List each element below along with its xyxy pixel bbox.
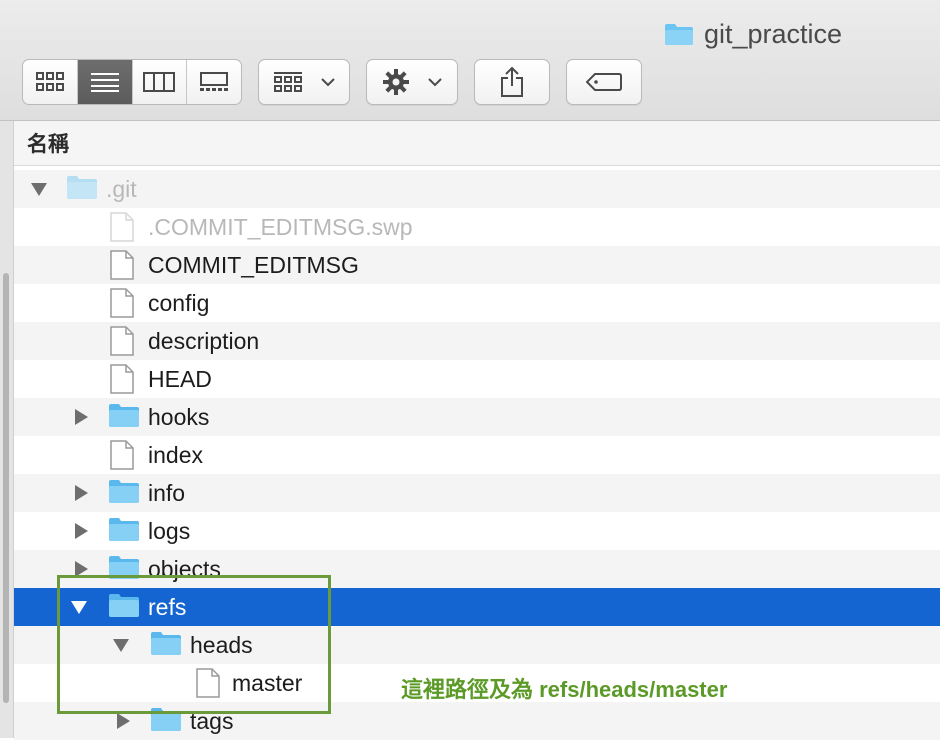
gallery-icon <box>200 72 229 91</box>
list-view-button[interactable] <box>77 60 133 104</box>
item-name: .COMMIT_EDITMSG.swp <box>148 214 413 240</box>
list-icon <box>90 73 119 92</box>
action-button[interactable] <box>366 59 458 105</box>
disclosure-triangle-icon[interactable] <box>72 484 90 502</box>
toolbar: git_practice <box>0 0 940 121</box>
tag-icon <box>586 73 622 91</box>
tag-button[interactable] <box>566 59 642 105</box>
item-name: description <box>148 328 260 354</box>
icon-grid-icon <box>35 72 64 91</box>
columns-icon <box>143 72 176 92</box>
share-icon <box>501 66 523 97</box>
document-icon <box>110 288 134 324</box>
gear-icon <box>383 69 409 95</box>
group-by-button[interactable] <box>258 59 350 105</box>
group-icon <box>274 72 302 92</box>
list-item[interactable]: index <box>14 436 940 474</box>
folder-icon <box>108 516 140 548</box>
annotation-text: 這裡路徑及為 refs/heads/master <box>401 677 728 702</box>
vertical-scrollbar[interactable] <box>3 273 9 703</box>
list-item[interactable]: .COMMIT_EDITMSG.swp <box>14 208 940 246</box>
document-icon <box>110 250 134 286</box>
item-name: COMMIT_EDITMSG <box>148 252 359 278</box>
document-icon <box>110 440 134 476</box>
disclosure-triangle-icon[interactable] <box>72 408 90 426</box>
list-item[interactable]: hooks <box>14 398 940 436</box>
gallery-view-button[interactable] <box>187 60 241 104</box>
column-view-button[interactable] <box>133 60 188 104</box>
column-header-name[interactable]: 名稱 <box>14 121 940 166</box>
folder-icon <box>108 478 140 510</box>
document-icon <box>110 212 134 248</box>
disclosure-triangle-icon[interactable] <box>72 522 90 540</box>
list-item[interactable]: .git <box>14 170 940 208</box>
folder-icon <box>66 174 98 206</box>
disclosure-triangle-icon[interactable] <box>114 712 132 730</box>
list-item[interactable]: config <box>14 284 940 322</box>
item-name: logs <box>148 518 191 544</box>
window-title-text: git_practice <box>704 18 843 49</box>
chevron-down-icon <box>321 78 335 87</box>
list-item[interactable]: logs <box>14 512 940 550</box>
list-item[interactable]: HEAD <box>14 360 940 398</box>
view-mode-control <box>22 59 242 105</box>
highlight-box <box>57 575 331 714</box>
window-title: git_practice <box>664 18 842 50</box>
list-item[interactable]: description <box>14 322 940 360</box>
disclosure-triangle-icon[interactable] <box>30 180 48 198</box>
left-edge-strip <box>0 121 14 738</box>
item-name: .git <box>106 176 137 202</box>
item-name: config <box>148 290 210 316</box>
folder-icon <box>664 22 694 46</box>
list-item[interactable]: info <box>14 474 940 512</box>
document-icon <box>110 364 134 400</box>
item-name: info <box>148 480 186 506</box>
icon-view-button[interactable] <box>23 60 78 104</box>
chevron-down-icon <box>428 78 442 87</box>
item-name: HEAD <box>148 366 212 392</box>
document-icon <box>110 326 134 362</box>
column-header-label: 名稱 <box>27 133 69 156</box>
item-name: hooks <box>148 404 210 430</box>
folder-icon <box>108 402 140 434</box>
list-item[interactable]: COMMIT_EDITMSG <box>14 246 940 284</box>
item-name: index <box>148 442 203 468</box>
share-button[interactable] <box>474 59 550 105</box>
